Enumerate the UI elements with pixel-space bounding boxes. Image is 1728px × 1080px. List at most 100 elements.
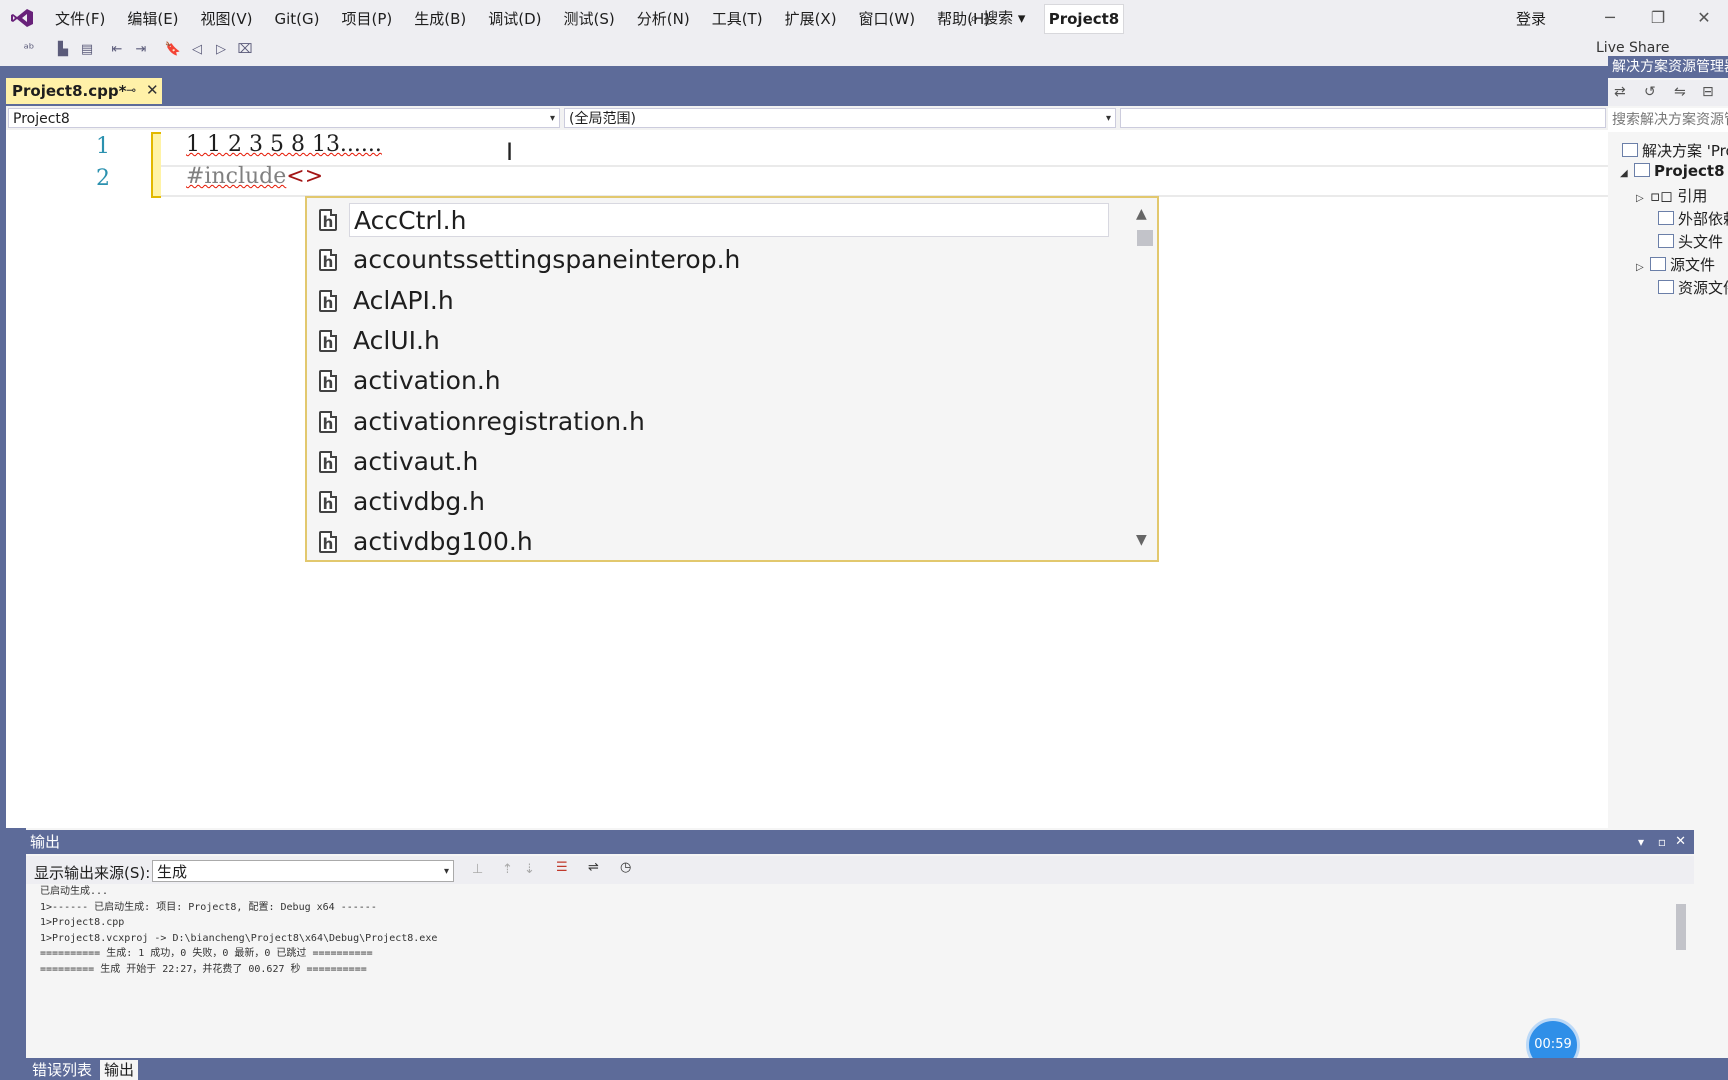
tree-item-external-deps[interactable]: 外部依赖项 (1658, 208, 1728, 229)
close-tab-icon[interactable]: ✕ (146, 81, 159, 99)
tree-item-source-files[interactable]: ▷ 源文件 (1636, 254, 1715, 275)
menu-debug[interactable]: 调试(D) (477, 8, 552, 30)
header-file-icon: h (319, 289, 337, 312)
tree-item-references[interactable]: ▷ ▫◻ 引用 (1636, 185, 1707, 206)
menu-analyze[interactable]: 分析(N) (626, 8, 701, 30)
tab-output[interactable]: 输出 (100, 1060, 139, 1080)
restore-button[interactable]: ❐ (1638, 6, 1678, 30)
prev-message-icon[interactable]: ⇡ (502, 862, 513, 877)
change-marker (151, 132, 161, 198)
scope-combo[interactable]: (全局范围) ▾ (564, 108, 1116, 128)
goto-message-icon[interactable]: ⊥ (472, 862, 483, 877)
outdent-icon[interactable]: ⇤ (108, 42, 126, 58)
solution-search-input[interactable]: 搜索解决方案资源管理器 (1608, 108, 1728, 132)
minimize-button[interactable]: ─ (1590, 6, 1630, 30)
project-combo[interactable]: Project8 ▾ (8, 108, 560, 128)
uncomment-icon[interactable]: ▤ (78, 42, 96, 58)
tree-item-solution[interactable]: 解决方案 'Project8' (1622, 140, 1728, 161)
close-panel-icon[interactable]: ✕ (1675, 830, 1686, 854)
spell-check-icon[interactable]: ᵃᵇ (20, 42, 38, 58)
pin-icon[interactable]: ⊸ (126, 83, 136, 97)
menu-window[interactable]: 窗口(W) (848, 8, 927, 30)
collapsed-arrow-icon[interactable]: ▷ (1636, 262, 1650, 273)
indent-icon[interactable]: ⇥ (132, 42, 150, 58)
header-file-icon: h (319, 249, 337, 272)
live-share-button[interactable]: Live Share (1596, 40, 1669, 56)
next-message-icon[interactable]: ⇣ (524, 862, 535, 877)
output-line: 1>------ 已启动生成: 项目: Project8, 配置: Debug … (40, 901, 377, 913)
completion-item[interactable]: h AclUI.h (311, 323, 1423, 361)
intellisense-popup[interactable]: h AccCtrl.h h accountssettingspaneinterop.h… (305, 196, 1159, 562)
prev-bookmark-icon[interactable]: ◁ (188, 42, 206, 58)
history-icon[interactable]: ↺ (1644, 84, 1656, 100)
solution-explorer-title: 解决方案资源管理器 (1608, 56, 1728, 78)
menu-file[interactable]: 文件(F) (44, 8, 116, 30)
menu-extensions[interactable]: 扩展(X) (774, 8, 848, 30)
maximize-icon[interactable]: ▫ (1658, 830, 1666, 854)
popup-scrollbar[interactable]: ▲ ▼ (1129, 198, 1157, 560)
output-line: 1>Project8.vcxproj -> D:\biancheng\Proje… (40, 932, 438, 944)
next-bookmark-icon[interactable]: ▷ (212, 42, 230, 58)
include-brackets: <> (286, 164, 324, 189)
code-line[interactable]: #include<> (186, 164, 323, 189)
completion-item[interactable]: h activdbg100.h (311, 524, 1423, 562)
scroll-thumb[interactable] (1137, 230, 1153, 246)
chevron-down-icon: ▾ (443, 866, 449, 877)
word-wrap-icon[interactable]: ⇌ (588, 860, 599, 875)
close-window-button[interactable]: ✕ (1684, 6, 1724, 30)
completion-item-label: activdbg100.h (353, 527, 533, 557)
menu-project[interactable]: 项目(P) (331, 8, 404, 30)
completion-item[interactable]: h activaut.h (311, 444, 1423, 482)
collapsed-arrow-icon[interactable]: ▷ (1636, 193, 1650, 204)
menu-tools[interactable]: 工具(T) (701, 8, 774, 30)
switch-views-icon[interactable]: ⇄ (1614, 84, 1626, 100)
output-source-select[interactable]: 生成 ▾ (152, 860, 454, 882)
toolbar (0, 36, 1728, 67)
scroll-thumb[interactable] (1676, 904, 1686, 950)
comment-icon[interactable]: ▙ (54, 42, 72, 58)
completion-item[interactable]: h AclAPI.h (311, 283, 1423, 321)
completion-item[interactable]: h activdbg.h (311, 484, 1423, 522)
menu-git[interactable]: Git(G) (264, 8, 331, 30)
bookmark-icon[interactable]: 🔖 (164, 42, 182, 58)
output-line: 已启动生成... (40, 886, 109, 897)
code-text: 1 1 2 3 5 8 13...... (186, 132, 382, 157)
tree-item-header-files[interactable]: 头文件 (1658, 231, 1723, 252)
menu-test[interactable]: 测试(S) (553, 8, 626, 30)
menu-build[interactable]: 生成(B) (403, 8, 477, 30)
clear-bookmarks-icon[interactable]: ⌧ (236, 42, 254, 58)
completion-item[interactable]: h accountssettingspaneinterop.h (311, 242, 1423, 280)
output-text[interactable]: 已启动生成... 1>------ 已启动生成: 项目: Project8, 配置… (40, 884, 437, 977)
sync-icon[interactable]: ⇋ (1674, 84, 1686, 100)
header-file-icon: h (319, 450, 337, 473)
panel-menu-icon[interactable]: ▾ (1638, 830, 1644, 854)
output-scrollbar[interactable] (1672, 886, 1690, 1042)
code-line[interactable]: 1 1 2 3 5 8 13...... (186, 132, 382, 157)
tab-error-list[interactable]: 错误列表 (28, 1060, 96, 1080)
scroll-up-icon[interactable]: ▲ (1136, 206, 1147, 222)
expanded-arrow-icon[interactable]: ◢ (1620, 168, 1634, 179)
output-line: ========= 生成 开始于 22:27，并花费了 00.627 秒 ===… (40, 963, 367, 975)
scroll-down-icon[interactable]: ▼ (1136, 532, 1147, 548)
header-file-icon: h (319, 491, 337, 514)
output-source-label: 显示输出来源(S): (34, 864, 151, 882)
completion-item[interactable]: h AccCtrl.h (311, 202, 1423, 240)
menu-view[interactable]: 视图(V) (190, 8, 264, 30)
references-icon: ▫◻ (1650, 187, 1678, 205)
folder-icon (1658, 211, 1674, 225)
document-tab[interactable]: Project8.cpp* ⊸ ✕ (6, 78, 162, 104)
tree-item-resource-files[interactable]: 资源文件 (1658, 277, 1728, 298)
window-title: Project8 (1044, 4, 1124, 34)
collapse-all-icon[interactable]: ⊟ (1702, 84, 1714, 100)
member-combo[interactable] (1120, 108, 1606, 128)
completion-item[interactable]: h activationregistration.h (311, 404, 1423, 442)
search-button[interactable]: ⌕ 搜索 ▾ (962, 6, 1033, 30)
completion-item-label: AclAPI.h (353, 285, 454, 315)
clock-icon[interactable]: ◷ (620, 860, 631, 875)
project-icon (1634, 163, 1650, 177)
login-button[interactable]: 登录 (1516, 8, 1546, 29)
clear-all-icon[interactable]: ☰ (556, 860, 568, 875)
completion-item[interactable]: h activation.h (311, 363, 1423, 401)
tree-item-project[interactable]: ◢ Project8 (1620, 162, 1725, 180)
menu-edit[interactable]: 编辑(E) (116, 8, 189, 30)
